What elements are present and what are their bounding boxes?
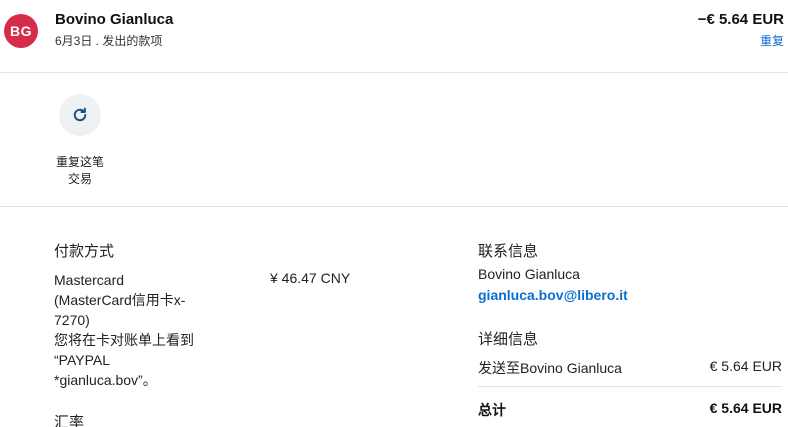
total-amount: € 5.64 EUR <box>709 400 782 416</box>
avatar: BG <box>4 14 38 48</box>
payment-method-line: Mastercard <box>54 272 125 288</box>
payment-method-line: “PAYPAL <box>54 352 111 368</box>
contact-name: Bovino Gianluca <box>478 266 580 282</box>
refresh-icon <box>73 107 87 122</box>
transaction-header: BG Bovino Gianluca 6月3日 . 发出的款项 −€ 5.64 … <box>0 0 788 73</box>
sent-to-label: 发送至Bovino Gianluca <box>478 360 622 376</box>
contact-info-title: 联系信息 <box>478 243 539 260</box>
total-label: 总计 <box>478 402 506 418</box>
transaction-amount: −€ 5.64 EUR <box>697 11 784 28</box>
contact-email-link[interactable]: gianluca.bov@libero.it <box>478 287 628 303</box>
repeat-link[interactable]: 重复 <box>760 32 784 49</box>
action-circle[interactable] <box>59 94 101 136</box>
action-section: 重复这笔 交易 <box>0 74 788 207</box>
payment-method-line: *gianluca.bov”。 <box>54 372 157 388</box>
payment-method-line: 您将在卡对账单上看到 <box>54 332 194 348</box>
divider <box>478 386 782 387</box>
repeat-label-line2: 交易 <box>67 172 92 186</box>
payment-method-title: 付款方式 <box>54 243 115 260</box>
exchange-rate-title: 汇率 <box>54 414 85 427</box>
repeat-label-line1: 重复这笔 <box>55 155 104 169</box>
repeat-transaction-button[interactable]: 重复这笔 交易 <box>52 88 108 188</box>
counterparty-name: Bovino Gianluca <box>55 11 174 28</box>
transaction-date-type: 6月3日 . 发出的款项 <box>55 34 163 48</box>
details-title: 详细信息 <box>478 331 539 348</box>
repeat-transaction-label: 重复这笔 交易 <box>52 154 108 188</box>
payment-method-text: Mastercard (MasterCard信用卡x- 7270) 您将在卡对账… <box>54 270 224 390</box>
transaction-details: 付款方式 Mastercard (MasterCard信用卡x- 7270) 您… <box>0 208 788 427</box>
payment-method-line: (MasterCard信用卡x- <box>54 292 186 308</box>
payment-amount: ¥ 46.47 CNY <box>270 270 351 286</box>
payment-method-line: 7270) <box>54 312 90 328</box>
sent-to-amount: € 5.64 EUR <box>709 358 782 374</box>
